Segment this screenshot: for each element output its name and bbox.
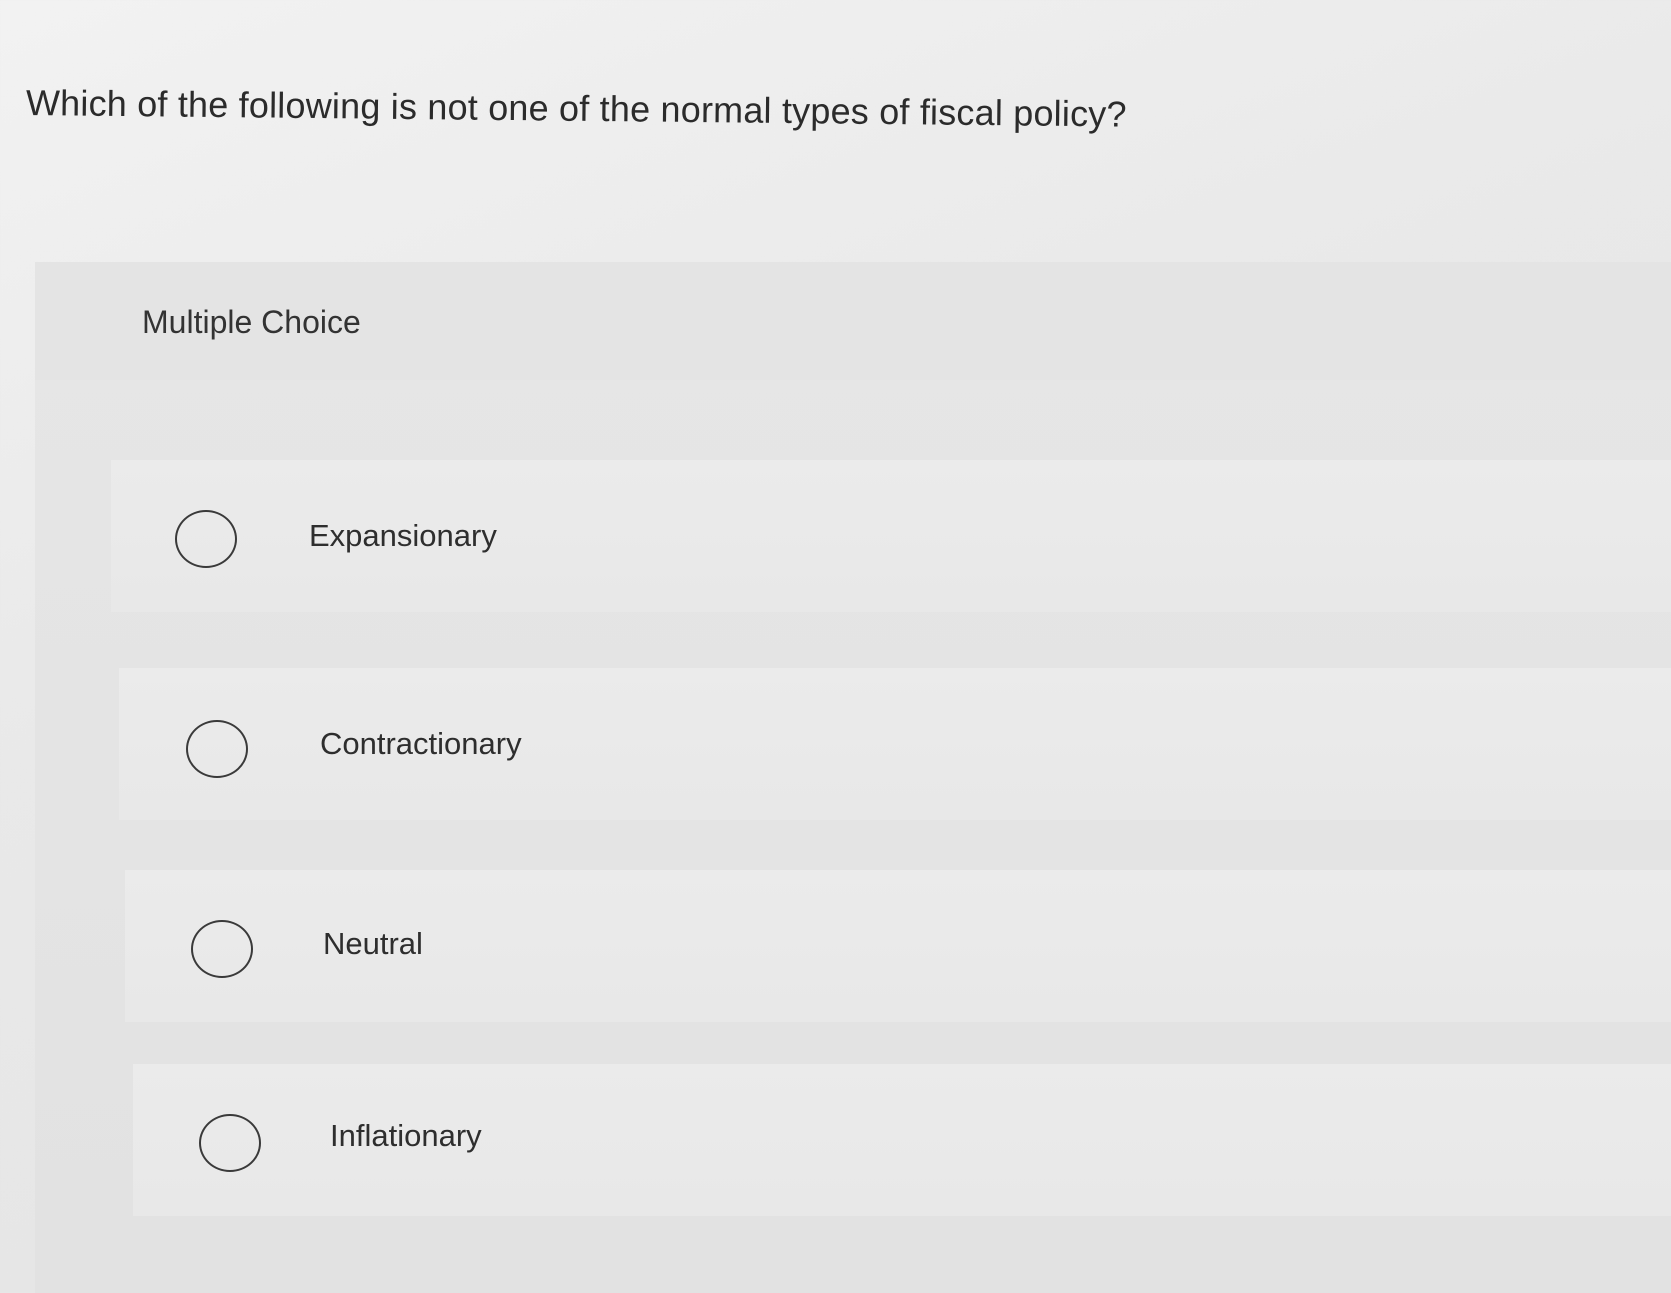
multiple-choice-heading: Multiple Choice bbox=[142, 304, 361, 340]
answer-option-neutral[interactable]: Neutral bbox=[125, 870, 1671, 1022]
answer-option-label: Contractionary bbox=[320, 726, 522, 761]
multiple-choice-header: Multiple Choice bbox=[35, 262, 1671, 380]
answer-option-expansionary[interactable]: Expansionary bbox=[111, 460, 1671, 612]
radio-button-icon[interactable] bbox=[186, 720, 248, 778]
question-text: Which of the following is not one of the… bbox=[25, 82, 1127, 135]
answer-option-label: Expansionary bbox=[309, 518, 497, 553]
radio-button-icon[interactable] bbox=[199, 1114, 261, 1172]
answer-option-inflationary[interactable]: Inflationary bbox=[133, 1064, 1671, 1216]
answer-option-contractionary[interactable]: Contractionary bbox=[119, 668, 1671, 820]
answer-option-label: Inflationary bbox=[330, 1118, 482, 1153]
answer-option-label: Neutral bbox=[323, 926, 423, 961]
multiple-choice-panel: Multiple Choice Expansionary Contraction… bbox=[35, 262, 1671, 1293]
radio-button-icon[interactable] bbox=[175, 510, 237, 568]
radio-button-icon[interactable] bbox=[191, 920, 253, 978]
